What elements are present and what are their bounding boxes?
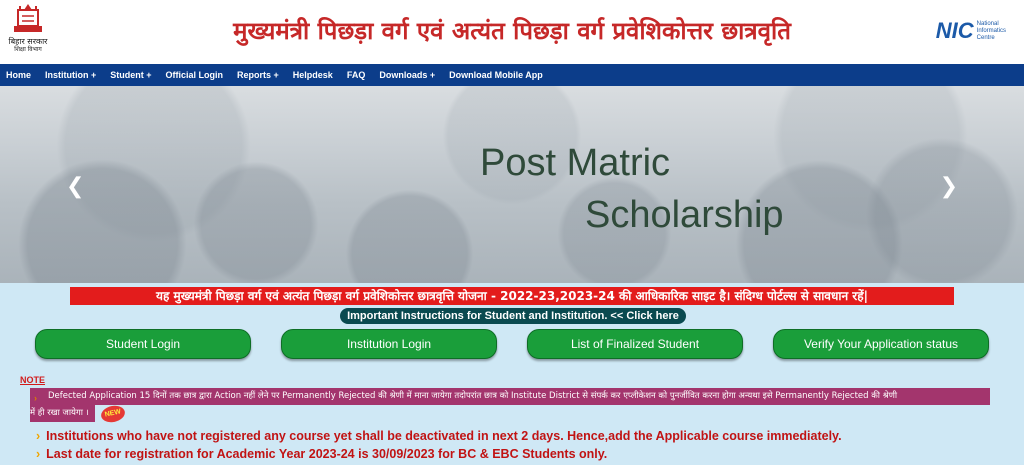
nav-student[interactable]: Student + <box>110 70 151 80</box>
nic-caption: National Informatics Centre <box>977 21 1006 42</box>
nav-helpdesk[interactable]: Helpdesk <box>293 70 333 80</box>
note-label: NOTE <box>20 375 46 385</box>
dept-label: शिक्षा विभाग <box>14 46 42 53</box>
slide-title-line1: Post Matric <box>480 142 671 184</box>
bullet-item-2: › Last date for registration for Academic… <box>36 447 607 461</box>
site-header: बिहार सरकार शिक्षा विभाग मुख्यमंत्री पिछ… <box>0 0 1024 64</box>
nav-official-login[interactable]: Official Login <box>166 70 224 80</box>
finalized-students-button[interactable]: List of Finalized Student <box>527 329 743 359</box>
verify-status-button[interactable]: Verify Your Application status <box>773 329 989 359</box>
bullet-text-2: Last date for registration for Academic … <box>46 447 608 461</box>
new-badge-icon: NEW <box>99 403 127 424</box>
slide-title-line2: Scholarship <box>585 194 784 236</box>
nic-caption-line2: Informatics <box>976 27 1006 34</box>
chevron-left-icon[interactable]: ❮ <box>66 174 84 199</box>
notice-block: › Defected Application 15 दिनों तक छात्र… <box>30 388 990 424</box>
instructions-link[interactable]: Important Instructions for Student and I… <box>340 308 686 324</box>
notice-bullet-icon: › <box>34 393 37 403</box>
bullet-chevron-icon: › <box>36 447 41 461</box>
nav-institution[interactable]: Institution + <box>45 70 96 80</box>
page-title: मुख्यमंत्री पिछड़ा वर्ग एवं अत्यंत पिछड़… <box>233 17 791 45</box>
chevron-right-icon[interactable]: ❯ <box>940 174 958 199</box>
nav-reports[interactable]: Reports + <box>237 70 279 80</box>
hero-carousel: Post Matric Scholarship ❮ ❯ <box>0 86 1024 283</box>
notice-line-2-row: में ही रखा जायेगा । NEW <box>30 403 990 424</box>
nav-home[interactable]: Home <box>6 70 31 80</box>
bullet-text-1: Institutions who have not registered any… <box>46 429 842 443</box>
bullet-item-1: › Institutions who have not registered an… <box>36 429 842 443</box>
notice-line-2: में ही रखा जायेगा । <box>30 405 95 422</box>
main-nav: Home Institution + Student + Official Lo… <box>0 64 1024 86</box>
nic-caption-line3: Centre <box>976 34 995 41</box>
bullet-chevron-icon: › <box>36 429 41 443</box>
nav-downloads[interactable]: Downloads + <box>379 70 435 80</box>
nic-caption-line1: National <box>976 20 999 27</box>
official-site-warning: यह मुख्यमंत्री पिछड़ा वर्ग एवं अत्यंत पि… <box>70 287 954 305</box>
student-login-button[interactable]: Student Login <box>35 329 251 359</box>
institution-login-button[interactable]: Institution Login <box>281 329 497 359</box>
info-section: यह मुख्यमंत्री पिछड़ा वर्ग एवं अत्यंत पि… <box>0 283 1024 465</box>
notice-line-1: Defected Application 15 दिनों तक छात्र द… <box>30 388 990 405</box>
nic-mark: NIC <box>935 18 974 43</box>
nav-download-app[interactable]: Download Mobile App <box>449 70 543 80</box>
nic-logo: NIC National Informatics Centre <box>936 18 1006 44</box>
nav-faq[interactable]: FAQ <box>347 70 366 80</box>
